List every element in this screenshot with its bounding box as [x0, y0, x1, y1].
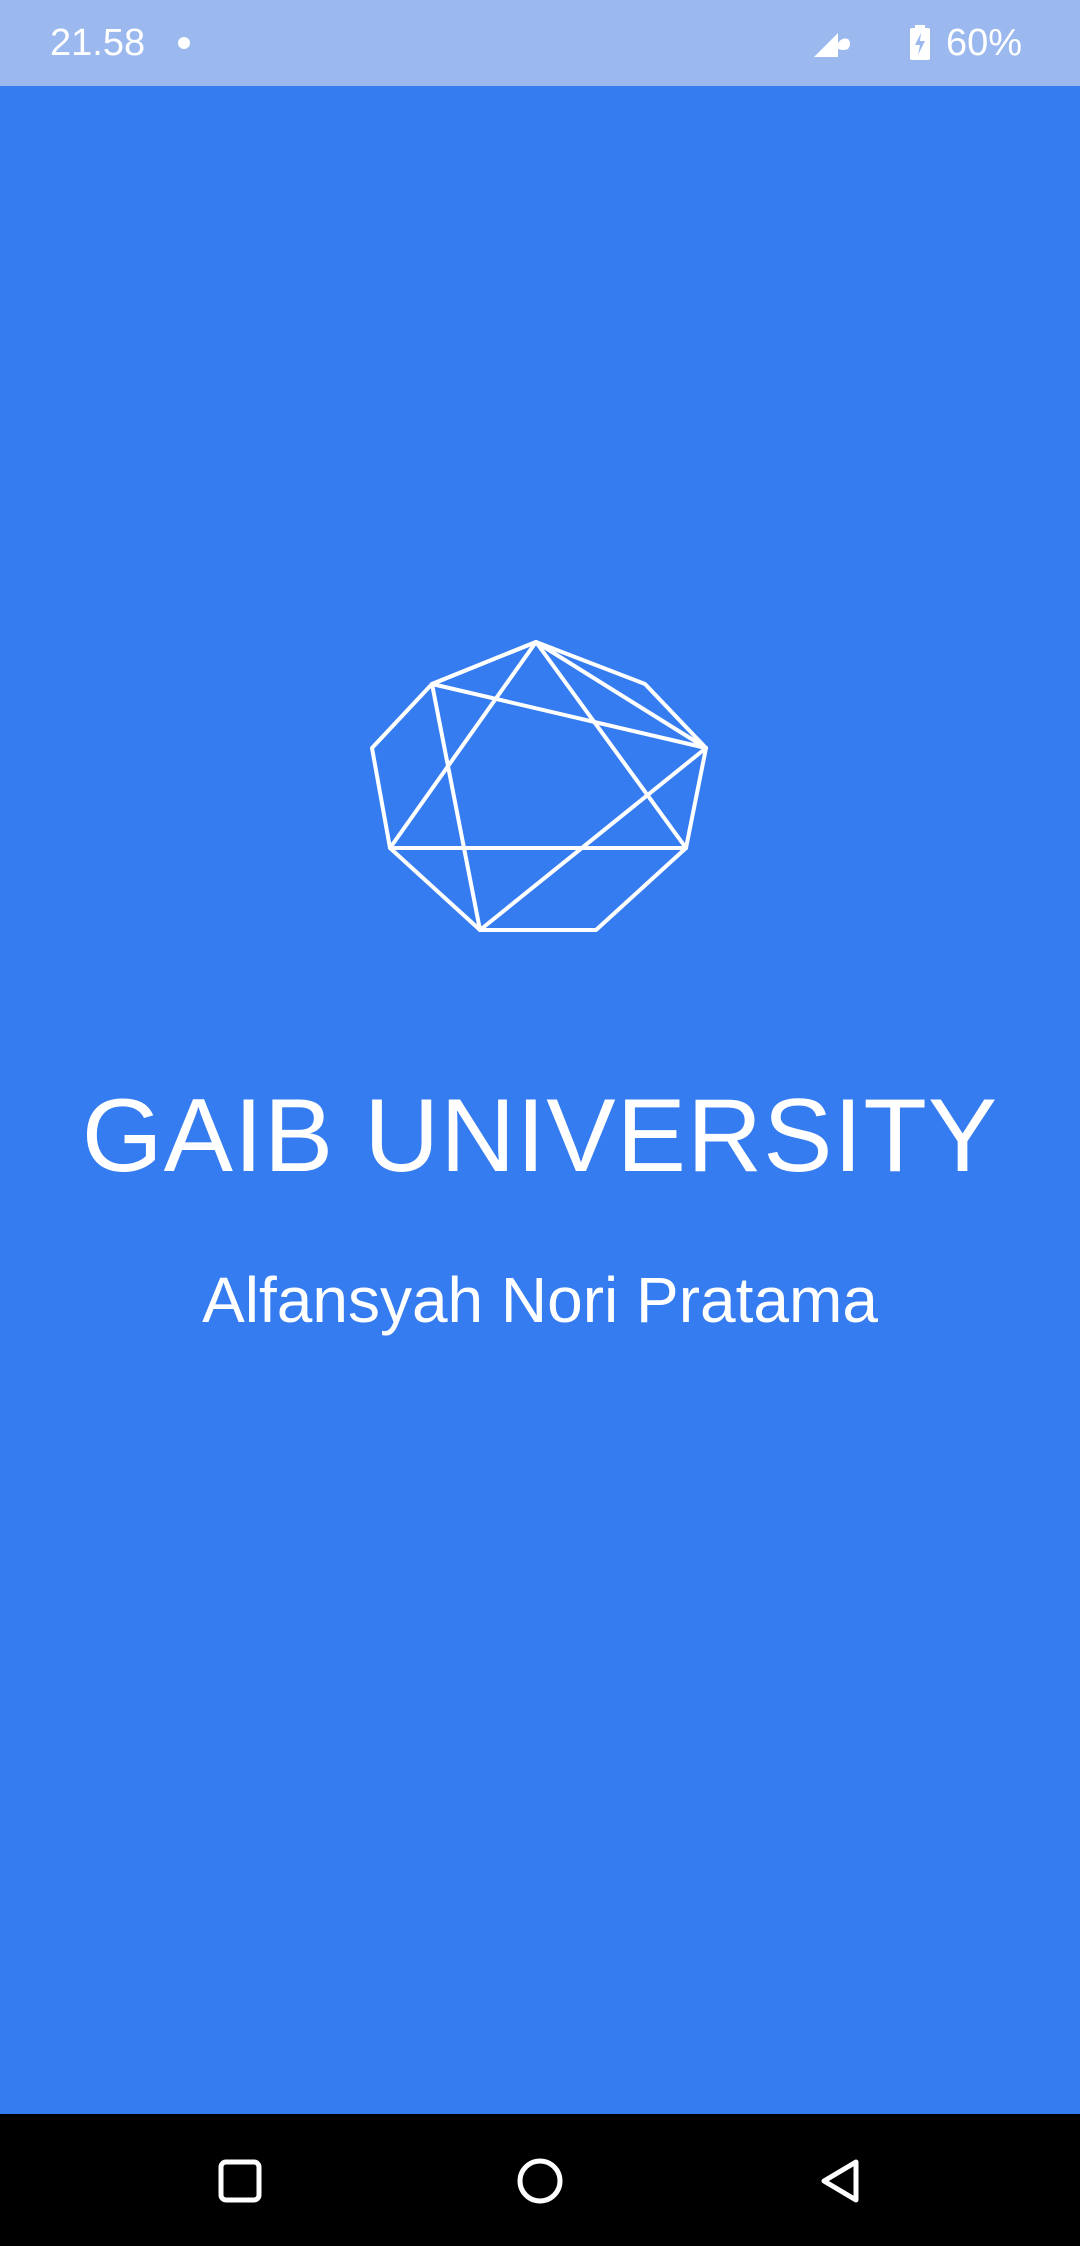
geometric-logo-icon [370, 640, 708, 932]
recents-button[interactable] [205, 2146, 275, 2216]
app-title: GAIB UNIVERSITY [81, 1078, 999, 1194]
splash-screen: GAIB UNIVERSITY Alfansyah Nori Pratama [0, 86, 1080, 2114]
circle-icon [517, 2158, 563, 2204]
navigation-bar [0, 2114, 1080, 2246]
battery-charging-icon [908, 25, 932, 61]
signal-icon [812, 27, 852, 59]
square-icon [218, 2159, 262, 2203]
notification-dot-icon [178, 37, 190, 49]
battery-percentage: 60% [945, 22, 1022, 64]
triangle-back-icon [821, 2159, 859, 2203]
status-right: 60% [812, 18, 1022, 68]
home-button[interactable] [505, 2146, 575, 2216]
status-time: 21.58 [50, 22, 146, 64]
author-name: Alfansyah Nori Pratama [202, 1264, 878, 1336]
back-button[interactable] [806, 2146, 876, 2216]
status-bar: 21.58 60% [0, 0, 1080, 86]
